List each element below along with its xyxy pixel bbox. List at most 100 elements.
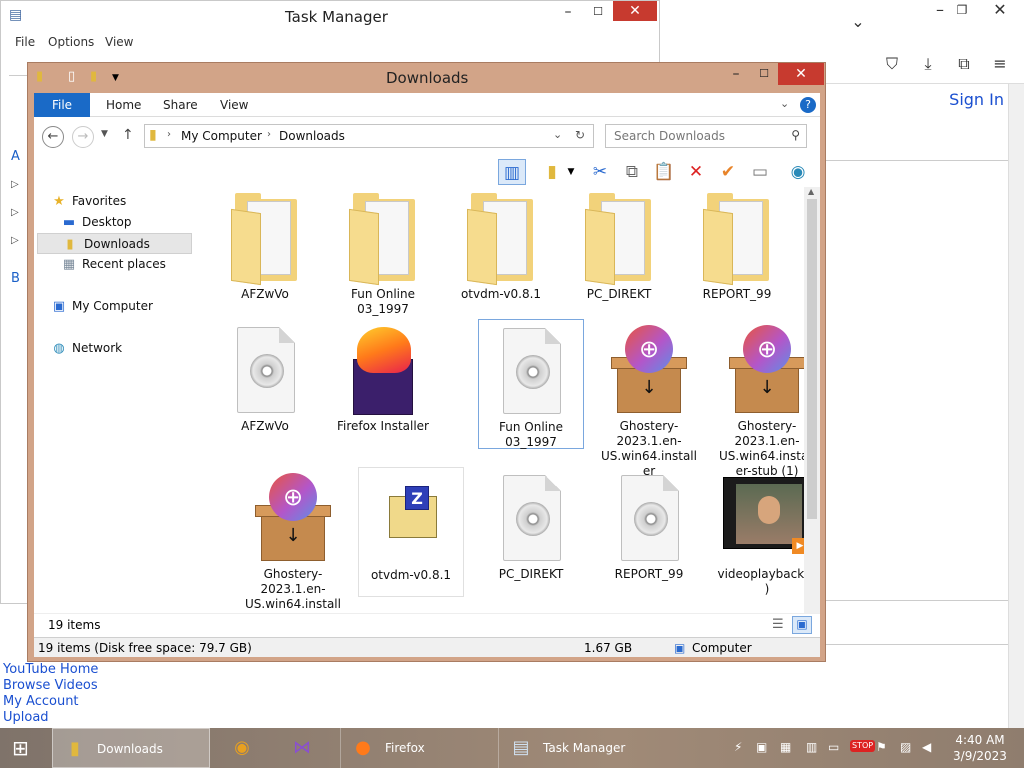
search-icon[interactable]: ⚲ xyxy=(791,128,800,142)
cut-icon[interactable]: ✂ xyxy=(586,159,614,185)
link-youtube-home[interactable]: YouTube Home xyxy=(3,662,98,678)
globe-icon[interactable]: ◉ xyxy=(784,159,812,185)
address-dropdown-icon[interactable]: ⌄ xyxy=(553,128,562,141)
file-item-video[interactable]: ▶ videoplayback(1) xyxy=(714,467,804,597)
scrollbar-thumb[interactable] xyxy=(807,199,817,519)
file-item-disc-image[interactable]: AFZwVo xyxy=(212,319,318,449)
file-item-firefox-installer[interactable]: Firefox Installer xyxy=(330,319,436,449)
tray-icon[interactable]: ▣ xyxy=(756,740,767,754)
browser-scrollbar[interactable] xyxy=(1008,84,1024,730)
taskbar-item-visual-studio[interactable]: ⋈ xyxy=(280,728,326,768)
folder-options-icon[interactable]: ▮ xyxy=(538,159,566,185)
flag-icon[interactable]: ⚑ xyxy=(876,740,887,754)
pocket-icon[interactable]: ⛉ xyxy=(882,54,902,74)
file-item-folder[interactable]: AFZwVo xyxy=(212,187,318,317)
minimize-button[interactable]: – xyxy=(553,1,583,23)
refresh-icon[interactable]: ↻ xyxy=(575,128,585,142)
computer-icon: ▣ xyxy=(52,299,66,314)
paste-icon[interactable]: 📋 xyxy=(650,159,678,185)
minimize-icon[interactable]: – xyxy=(930,0,950,20)
link-my-account[interactable]: My Account xyxy=(3,694,98,710)
breadcrumb-my-computer[interactable]: My Computer xyxy=(181,129,262,143)
tray-icon[interactable]: ▥ xyxy=(806,740,817,754)
start-button[interactable]: ⊞ xyxy=(0,728,48,768)
link-browse-videos[interactable]: Browse Videos xyxy=(3,678,98,694)
menu-options[interactable]: Options xyxy=(48,35,94,49)
file-item-installer[interactable]: ⊕ ↓ Ghostery-2023.1.en-US.win64.installe… xyxy=(596,319,702,478)
file-item-disc-image[interactable]: Fun Online 03_1997 xyxy=(478,319,584,449)
close-button[interactable]: ✕ xyxy=(778,63,824,85)
taskbar-item-chrome[interactable]: ◉ xyxy=(220,728,266,768)
preview-pane-icon[interactable]: ▥ xyxy=(498,159,526,185)
expand-ribbon-icon[interactable]: ⌄ xyxy=(780,97,789,110)
file-item-folder[interactable]: Fun Online 03_1997 xyxy=(330,187,436,317)
menu-icon[interactable]: ≡ xyxy=(990,54,1010,74)
recent-locations-icon[interactable]: ▼ xyxy=(101,129,108,139)
file-item-installer[interactable]: ⊕ ↓ Ghostery-2023.1.en-US.win64.installe… xyxy=(714,319,804,478)
file-item-folder[interactable]: otvdm-v0.8.1 xyxy=(448,187,554,317)
breadcrumb-downloads[interactable]: Downloads xyxy=(279,129,345,143)
nav-my-computer[interactable]: ▣ My Computer xyxy=(50,296,208,317)
taskbar-item-firefox[interactable]: ● Firefox xyxy=(340,728,488,768)
stop-sign-icon[interactable]: STOP xyxy=(850,740,876,752)
rename-icon[interactable]: ✔ xyxy=(714,159,742,185)
nav-network[interactable]: ◍ Network xyxy=(50,338,208,359)
up-button[interactable]: ↑ xyxy=(122,127,134,143)
forward-button[interactable]: → xyxy=(72,126,94,148)
address-bar[interactable]: ▮ › My Computer › Downloads ⌄ ↻ xyxy=(144,124,594,148)
large-icons-view-icon[interactable]: ▣ xyxy=(792,616,812,634)
tray-icon[interactable]: ▭ xyxy=(828,740,839,754)
search-input[interactable]: Search Downloads ⚲ xyxy=(605,124,807,148)
file-item-zip[interactable]: Z otvdm-v0.8.1 xyxy=(358,467,464,597)
download-icon[interactable]: ⤓ xyxy=(918,54,938,74)
nav-downloads[interactable]: ▮ Downloads xyxy=(37,233,192,254)
file-item-folder[interactable]: REPORT_99 xyxy=(684,187,790,317)
scroll-up-icon[interactable]: ▲ xyxy=(808,187,814,196)
sign-in-link[interactable]: Sign In xyxy=(949,90,1004,109)
tab-view[interactable]: View xyxy=(206,93,262,117)
dropdown-icon[interactable]: ▼ xyxy=(564,159,578,185)
nav-favorites[interactable]: ★ Favorites xyxy=(50,191,208,212)
back-button[interactable]: ← xyxy=(42,126,64,148)
clock[interactable]: 4:40 AM 3/9/2023 xyxy=(950,732,1010,764)
link-upload[interactable]: Upload xyxy=(3,710,98,726)
volume-icon[interactable]: ◀ xyxy=(922,740,931,754)
minimize-button[interactable]: – xyxy=(722,63,750,85)
details-view-icon[interactable]: ☰ xyxy=(772,617,784,632)
delete-icon[interactable]: ✕ xyxy=(682,159,710,185)
maximize-button[interactable]: ☐ xyxy=(750,63,778,85)
tab-file[interactable]: File xyxy=(34,93,90,117)
nav-desktop[interactable]: ▬ Desktop xyxy=(60,212,218,233)
explorer-titlebar[interactable]: ▮ ▯ ▮ ▼ Downloads – ☐ ✕ xyxy=(28,63,825,93)
copy-icon[interactable]: ⧉ xyxy=(618,159,646,185)
folder-icon[interactable]: ▮ xyxy=(36,69,43,84)
properties-icon[interactable]: ▭ xyxy=(746,159,774,185)
file-item-disc-image[interactable]: REPORT_99 xyxy=(596,467,702,597)
menu-view[interactable]: View xyxy=(105,35,133,49)
chevron-down-icon[interactable]: ⌄ xyxy=(848,12,868,32)
maximize-button[interactable]: ☐ xyxy=(583,1,613,23)
nav-recent-places[interactable]: ▦ Recent places xyxy=(60,254,218,275)
customize-qat-icon[interactable]: ▼ xyxy=(112,73,119,83)
new-folder-icon[interactable]: ▮ xyxy=(90,69,97,84)
tab-home[interactable]: Home xyxy=(92,93,155,117)
menu-file[interactable]: File xyxy=(15,35,35,49)
chevron-right-icon[interactable]: › xyxy=(267,129,271,140)
chevron-right-icon[interactable]: › xyxy=(167,129,171,140)
close-icon[interactable]: ✕ xyxy=(990,0,1010,20)
tray-icon[interactable]: ⚡ xyxy=(734,740,742,754)
file-item-disc-image[interactable]: PC_DIREKT xyxy=(478,467,584,597)
taskbar-item-task-manager[interactable]: ▤ Task Manager xyxy=(498,728,658,768)
help-icon[interactable]: ? xyxy=(800,97,816,113)
extensions-icon[interactable]: ⧉ xyxy=(954,54,974,74)
taskbar-item-downloads[interactable]: ▮ Downloads xyxy=(52,728,210,768)
tray-icon[interactable]: ▦ xyxy=(780,740,791,754)
properties-icon[interactable]: ▯ xyxy=(68,69,75,84)
tab-share[interactable]: Share xyxy=(149,93,212,117)
network-icon[interactable]: ▨ xyxy=(900,740,911,754)
restore-icon[interactable]: ❐ xyxy=(952,0,972,20)
file-item-folder[interactable]: PC_DIREKT xyxy=(566,187,672,317)
close-button[interactable]: ✕ xyxy=(613,1,657,21)
file-item-installer[interactable]: ⊕ ↓ Ghostery-2023.1.en-US.win64.installe… xyxy=(240,467,346,613)
vertical-scrollbar[interactable]: ▲ xyxy=(804,187,820,613)
